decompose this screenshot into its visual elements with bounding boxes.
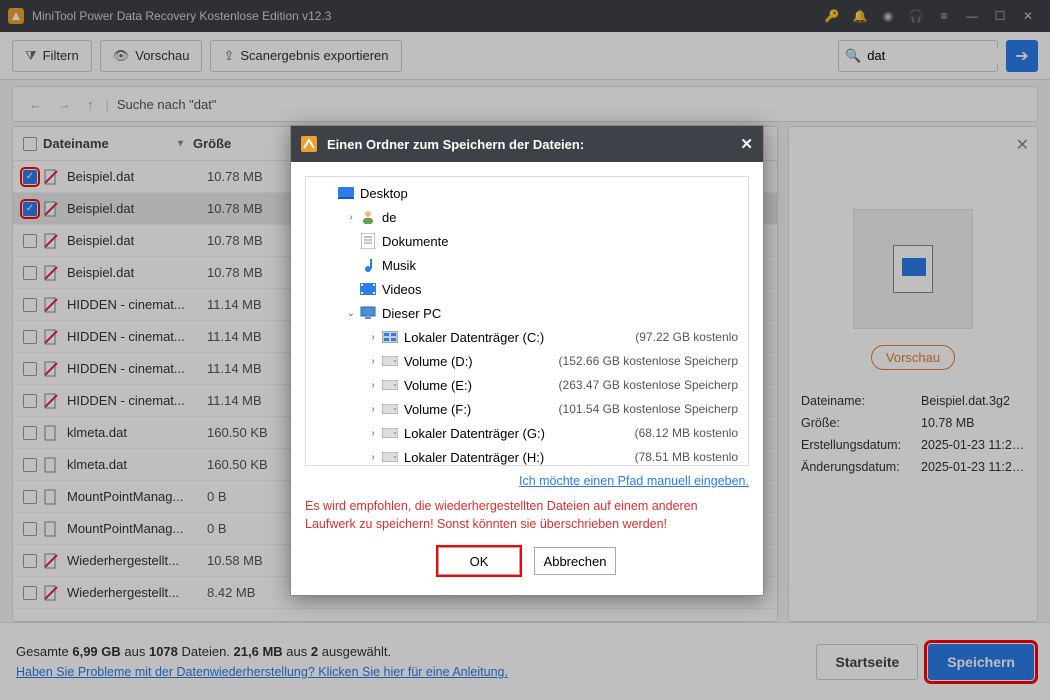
tree-info: (263.47 GB kostenlose Speicherp [559,378,742,392]
tree-info: (152.66 GB kostenlose Speicherp [559,354,742,368]
desktop-icon [338,185,354,201]
tree-node[interactable]: Videos [306,277,748,301]
tree-label: Lokaler Datenträger (G:) [404,426,545,441]
dialog-warning: Es wird empfohlen, die wiederhergestellt… [305,498,749,533]
tree-label: de [382,210,396,225]
win-icon [382,329,398,345]
tree-node[interactable]: Musik [306,253,748,277]
doc-icon [360,233,376,249]
tree-label: Dieser PC [382,306,441,321]
expand-icon[interactable]: › [366,452,380,463]
expand-icon[interactable]: › [366,356,380,367]
tree-node[interactable]: ⌄ Dieser PC [306,301,748,325]
manual-path-link[interactable]: Ich möchte einen Pfad manuell eingeben. [305,474,749,488]
tree-node[interactable]: › Volume (E:) (263.47 GB kostenlose Speich… [306,373,748,397]
tree-label: Lokaler Datenträger (C:) [404,330,544,345]
tree-node[interactable]: Dokumente [306,229,748,253]
music-icon [360,257,376,273]
drive-icon [382,425,398,441]
dialog-cancel-button[interactable]: Abbrechen [534,547,616,575]
expand-icon[interactable]: › [366,428,380,439]
tree-label: Dokumente [382,234,448,249]
drive-icon [382,449,398,465]
tree-label: Desktop [360,186,408,201]
tree-label: Volume (F:) [404,402,471,417]
tree-label: Musik [382,258,416,273]
drive-icon [382,353,398,369]
tree-node[interactable]: › Lokaler Datenträger (C:) (97.22 GB koste… [306,325,748,349]
tree-label: Lokaler Datenträger (H:) [404,450,544,465]
save-folder-dialog: Einen Ordner zum Speichern der Dateien: … [290,125,764,596]
tree-info: (97.22 GB kostenlo [635,330,742,344]
tree-node[interactable]: › Lokaler Datenträger (H:) (78.51 MB koste… [306,445,748,466]
dialog-header: Einen Ordner zum Speichern der Dateien: … [291,126,763,162]
expand-icon[interactable]: ⌄ [344,308,358,319]
tree-label: Volume (E:) [404,378,472,393]
expand-icon[interactable]: › [366,380,380,391]
pc-icon [360,305,376,321]
tree-node[interactable]: › Volume (D:) (152.66 GB kostenlose Speich… [306,349,748,373]
drive-icon [382,377,398,393]
drive-icon [382,401,398,417]
tree-node[interactable]: › Volume (F:) (101.54 GB kostenlose Speich… [306,397,748,421]
tree-node[interactable]: › de [306,205,748,229]
tree-info: (78.51 MB kostenlo [635,450,742,464]
dialog-ok-button[interactable]: OK [438,547,520,575]
expand-icon[interactable]: › [366,332,380,343]
user-icon [360,209,376,225]
dialog-title: Einen Ordner zum Speichern der Dateien: [327,137,584,152]
folder-tree[interactable]: Desktop›deDokumenteMusikVideos⌄Dieser PC… [305,176,749,466]
tree-label: Volume (D:) [404,354,473,369]
tree-node[interactable]: Desktop [306,181,748,205]
expand-icon[interactable]: › [344,212,358,223]
video-icon [360,281,376,297]
tree-info: (101.54 GB kostenlose Speicherp [559,402,742,416]
dialog-icon [301,136,317,152]
expand-icon[interactable]: › [366,404,380,415]
dialog-close-icon[interactable]: ✕ [740,135,753,153]
tree-node[interactable]: › Lokaler Datenträger (G:) (68.12 MB koste… [306,421,748,445]
tree-label: Videos [382,282,422,297]
tree-info: (68.12 MB kostenlo [635,426,742,440]
